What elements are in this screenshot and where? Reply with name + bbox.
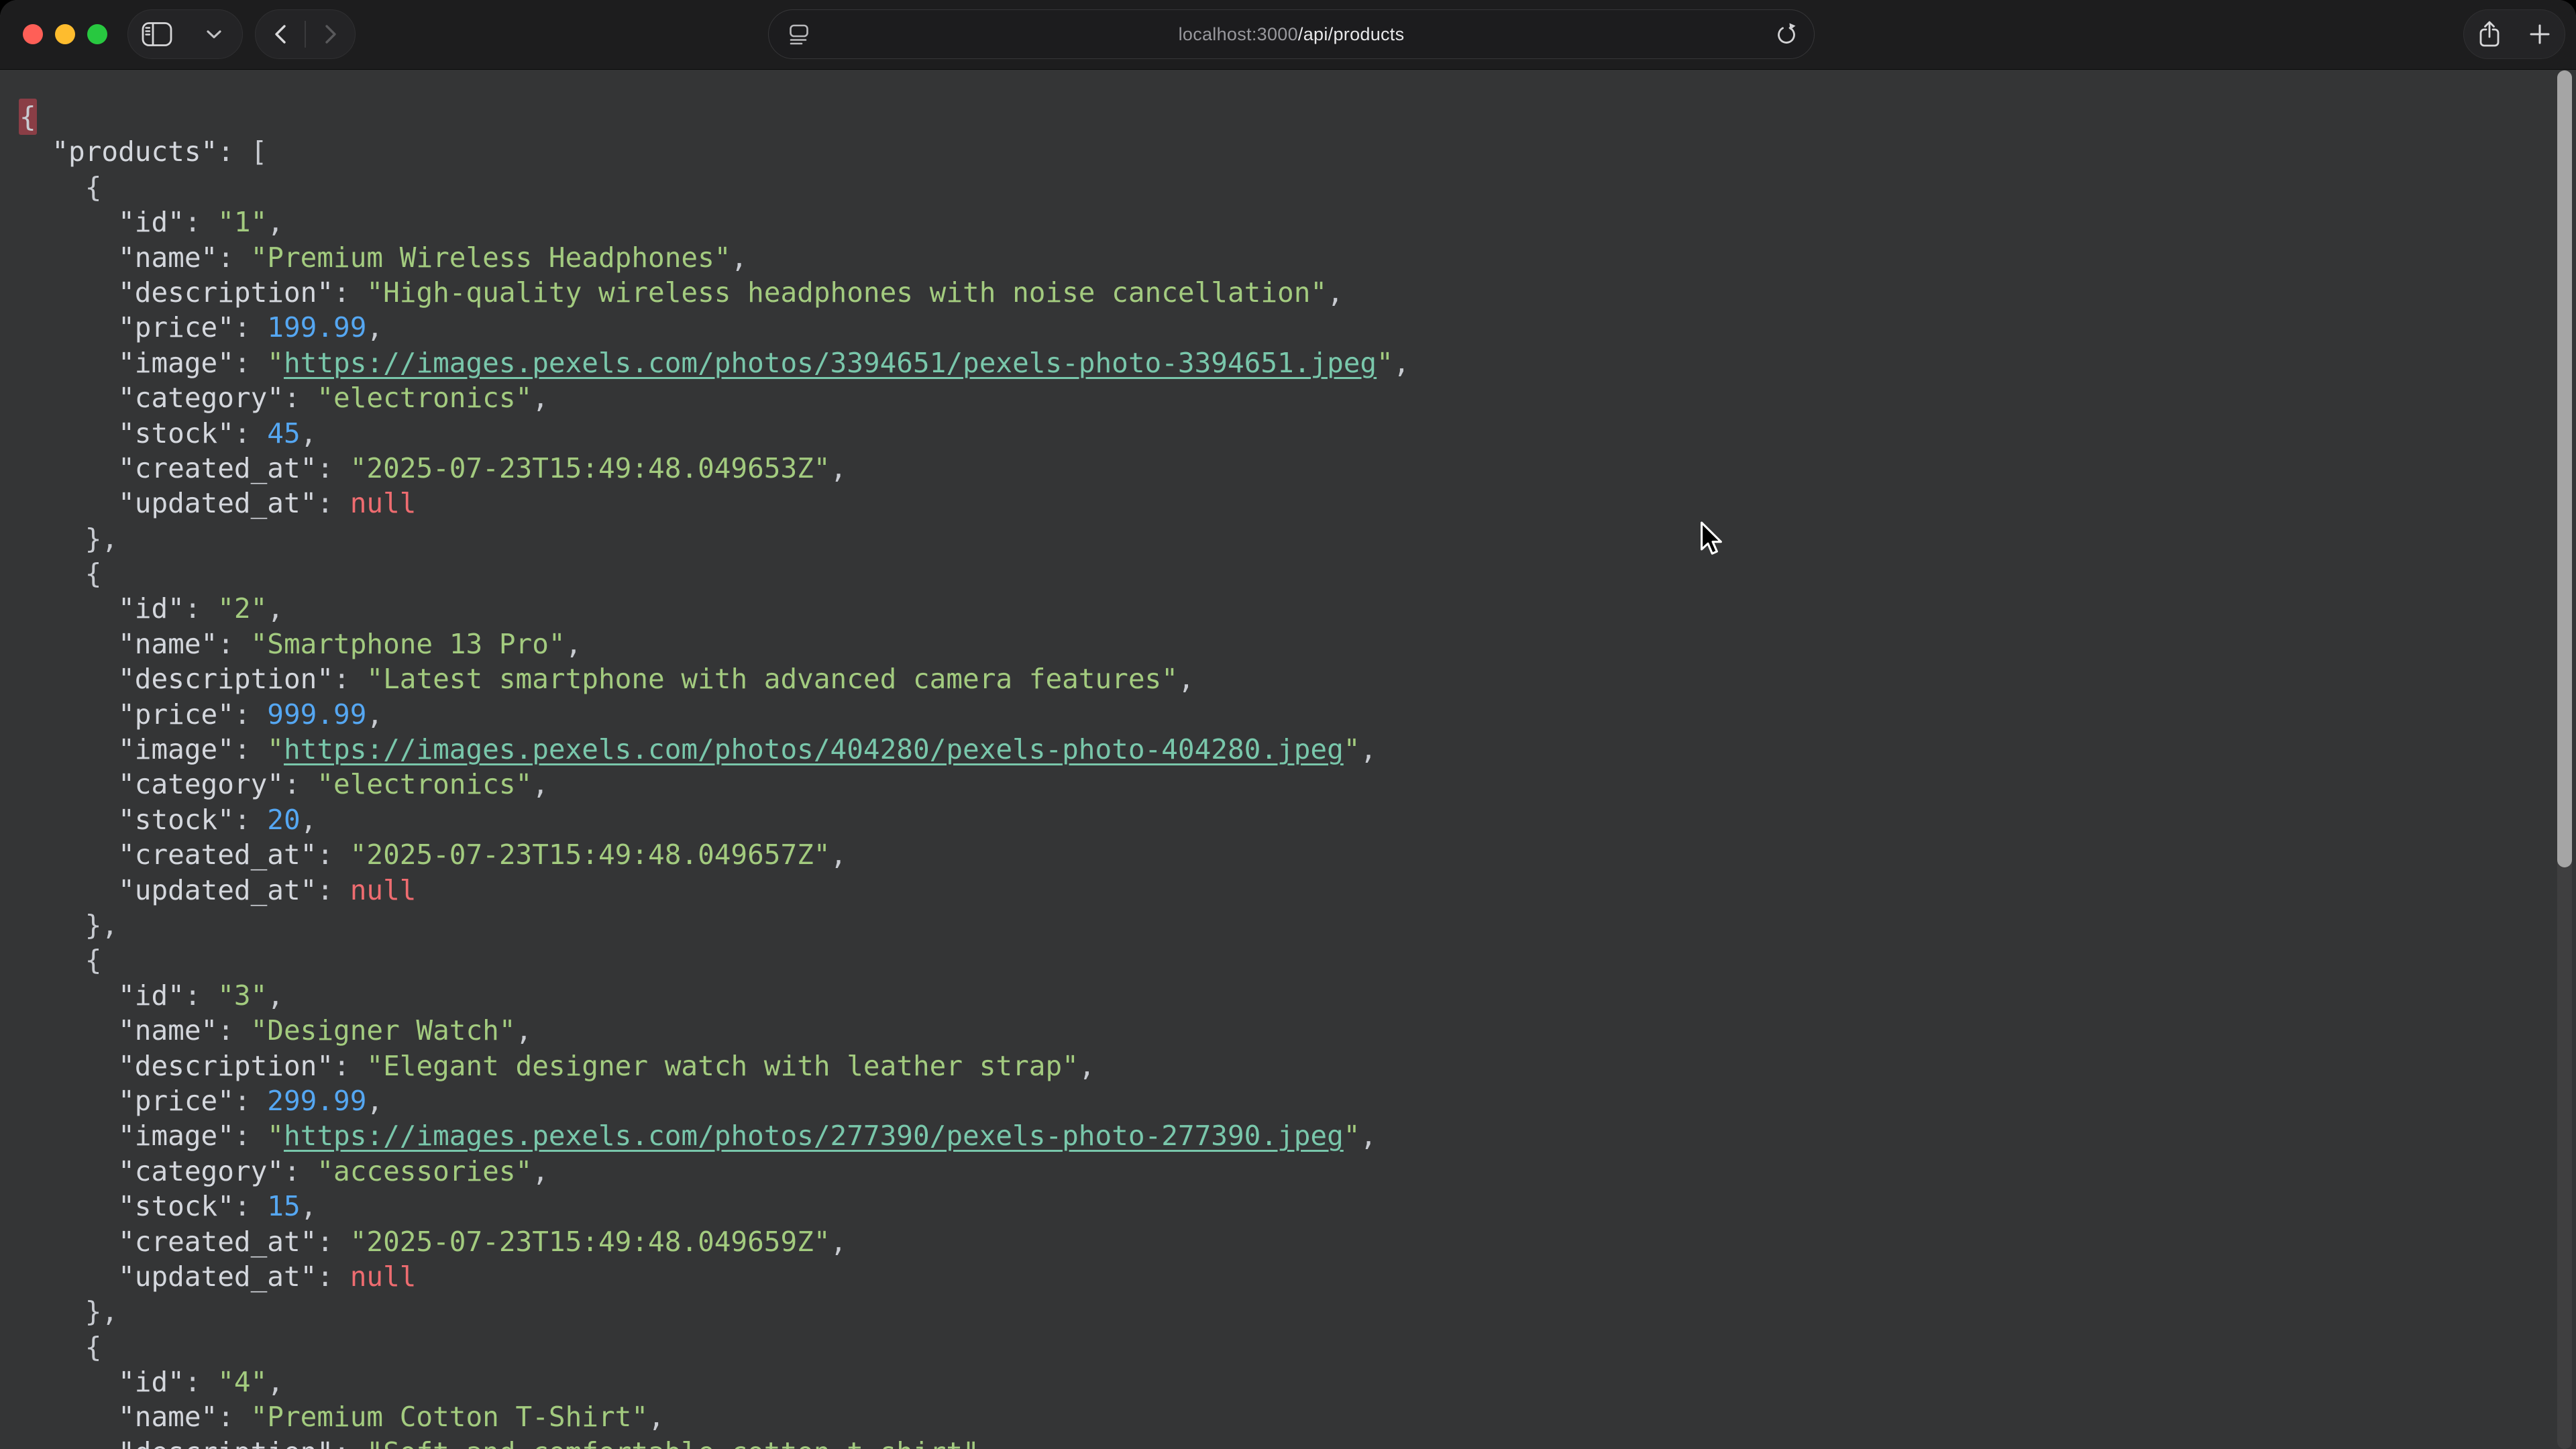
code-line: "description": "High-quality wireless he… — [19, 275, 2576, 310]
url-text: localhost:3000/api/products — [1179, 24, 1405, 45]
scrollbar-thumb[interactable] — [2557, 70, 2572, 867]
url-path: /api/products — [1298, 24, 1405, 44]
code-line: }, — [19, 521, 2576, 556]
page-settings-icon — [789, 23, 809, 45]
code-line: "price": 199.99, — [19, 310, 2576, 345]
image-link[interactable]: https://images.pexels.com/photos/277390/… — [284, 1120, 1344, 1152]
back-button[interactable] — [256, 10, 305, 58]
code-line: "products": [ — [19, 134, 2576, 169]
code-line: "created_at": "2025-07-23T15:49:48.04965… — [19, 451, 2576, 486]
share-icon — [2478, 20, 2501, 48]
code-line: "stock": 20, — [19, 802, 2576, 837]
code-line: "name": "Designer Watch", — [19, 1013, 2576, 1048]
code-line: "created_at": "2025-07-23T15:49:48.04965… — [19, 837, 2576, 872]
nav-group — [255, 9, 356, 59]
url-host: localhost:3000 — [1179, 24, 1298, 44]
new-tab-button[interactable] — [2514, 10, 2565, 58]
page-settings-button[interactable] — [789, 23, 809, 45]
code-line: "image": "https://images.pexels.com/phot… — [19, 1118, 2576, 1153]
code-line: "category": "electronics", — [19, 767, 2576, 802]
code-line: "id": "3", — [19, 978, 2576, 1013]
sidebar-group — [127, 9, 243, 59]
forward-button[interactable] — [306, 10, 355, 58]
code-line: "created_at": "2025-07-23T15:49:48.04965… — [19, 1224, 2576, 1259]
code-line: "category": "accessories", — [19, 1154, 2576, 1189]
code-line: "updated_at": null — [19, 486, 2576, 521]
chevron-down-icon — [205, 29, 223, 40]
minimize-window-button[interactable] — [55, 24, 75, 44]
tab-group-dropdown-button[interactable] — [185, 10, 242, 58]
code-line: "id": "2", — [19, 591, 2576, 626]
reload-icon — [1774, 21, 1799, 47]
browser-window: localhost:3000/api/products — [0, 0, 2576, 1449]
share-button[interactable] — [2464, 10, 2514, 58]
code-line: "image": "https://images.pexels.com/phot… — [19, 345, 2576, 380]
image-link[interactable]: https://images.pexels.com/photos/3394651… — [284, 347, 1377, 379]
code-line: "id": "1", — [19, 205, 2576, 239]
toolbar: localhost:3000/api/products — [0, 0, 2576, 70]
code-line: "description": "Latest smartphone with a… — [19, 661, 2576, 696]
code-line: "price": 299.99, — [19, 1083, 2576, 1118]
zoom-window-button[interactable] — [87, 24, 107, 44]
code-line: { — [19, 99, 2576, 134]
close-window-button[interactable] — [23, 24, 43, 44]
code-line: "id": "4", — [19, 1364, 2576, 1399]
code-line: { — [19, 943, 2576, 977]
code-line: "stock": 15, — [19, 1189, 2576, 1224]
address-bar[interactable]: localhost:3000/api/products — [768, 9, 1815, 59]
code-line: "image": "https://images.pexels.com/phot… — [19, 732, 2576, 767]
code-line: "price": 999.99, — [19, 697, 2576, 732]
code-line: "name": "Premium Wireless Headphones", — [19, 240, 2576, 275]
sidebar-icon — [142, 21, 172, 47]
code-line: }, — [19, 1294, 2576, 1329]
code-line: "updated_at": null — [19, 873, 2576, 908]
reload-button[interactable] — [1774, 21, 1799, 47]
code-line: "updated_at": null — [19, 1259, 2576, 1294]
forward-icon — [323, 23, 338, 45]
code-line: "stock": 45, — [19, 416, 2576, 451]
code-line: "name": "Premium Cotton T-Shirt", — [19, 1399, 2576, 1434]
new-tab-icon — [2529, 23, 2551, 45]
sidebar-toggle-button[interactable] — [128, 10, 185, 58]
back-icon — [273, 23, 288, 45]
image-link[interactable]: https://images.pexels.com/photos/404280/… — [284, 733, 1344, 765]
code-line: { — [19, 170, 2576, 205]
code-line: { — [19, 556, 2576, 591]
code-line: { — [19, 1330, 2576, 1364]
code-line: "name": "Smartphone 13 Pro", — [19, 627, 2576, 661]
code-line: "category": "electronics", — [19, 380, 2576, 415]
code-line: "description": "Elegant designer watch w… — [19, 1049, 2576, 1083]
code-line: "description": "Soft and comfortable cot… — [19, 1435, 2576, 1449]
code-line: }, — [19, 908, 2576, 943]
actions-group — [2463, 9, 2565, 59]
json-content: { "products": [ { "id": "1", "name": "Pr… — [0, 70, 2576, 1449]
